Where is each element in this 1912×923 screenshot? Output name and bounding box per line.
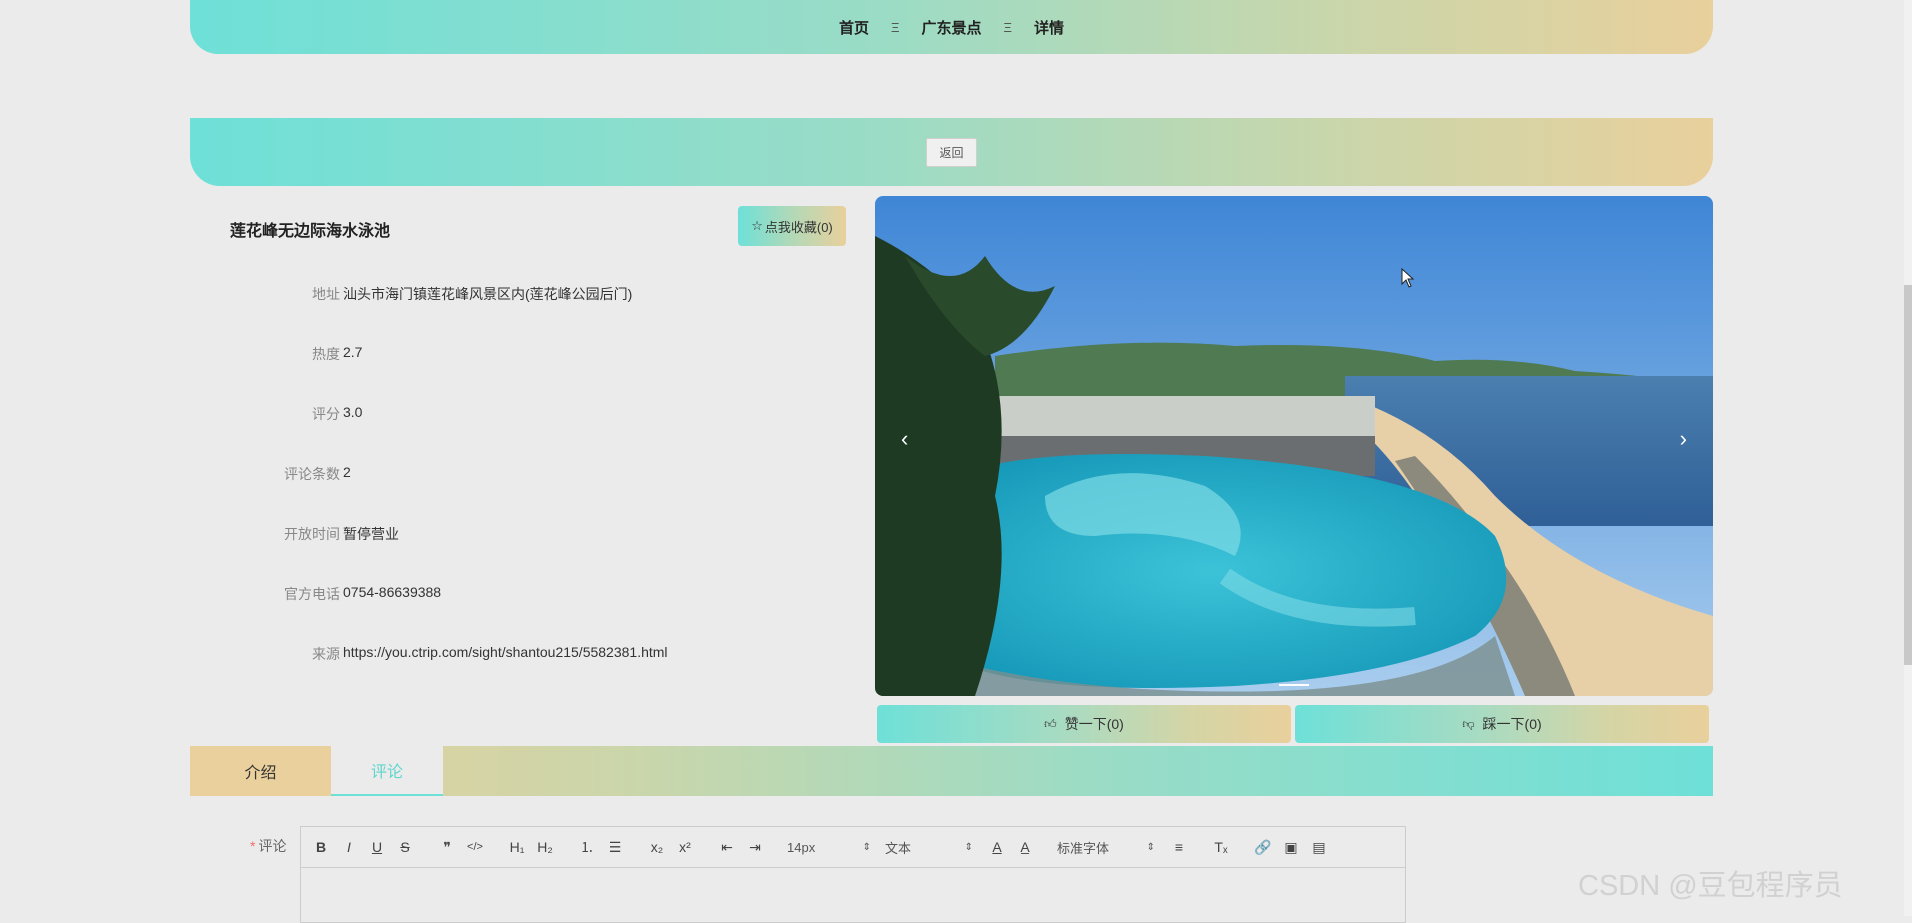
- info-value: 暂停营业: [343, 526, 399, 542]
- info-label: 开放时间: [284, 526, 340, 542]
- page-scrollbar[interactable]: [1904, 0, 1912, 916]
- code-icon[interactable]: </>: [465, 836, 485, 858]
- breadcrumb-separator-icon: Ξ: [891, 19, 900, 35]
- tab-comment[interactable]: 评论: [331, 746, 443, 796]
- breadcrumb-detail: 详情: [1033, 19, 1064, 37]
- breadcrumb-separator-icon: Ξ: [1003, 19, 1012, 35]
- header2-button[interactable]: H₂: [535, 836, 555, 858]
- editor-toolbar: B I U S ❞ </> H₁ H₂ ⒈ ☰ x₂ x² ⇤ ⇥ 14px ⇕ …: [301, 827, 1405, 868]
- carousel-prev-icon[interactable]: ‹: [901, 426, 908, 452]
- ordered-list-icon[interactable]: ⒈: [577, 836, 597, 858]
- font-family-value: 标准字体: [1057, 840, 1110, 856]
- underline-button[interactable]: U: [367, 836, 387, 858]
- info-row-opening-hours: 开放时间 暂停营业: [190, 524, 870, 544]
- star-icon: ☆: [751, 218, 763, 233]
- info-value: 3.0: [343, 404, 363, 420]
- info-value[interactable]: https://you.ctrip.com/sight/shantou215/5…: [343, 644, 668, 660]
- favorite-button-label: 点我收藏(0): [764, 219, 833, 235]
- breadcrumb-home[interactable]: 首页: [839, 17, 869, 38]
- rich-text-editor[interactable]: B I U S ❞ </> H₁ H₂ ⒈ ☰ x₂ x² ⇤ ⇥ 14px ⇕ …: [300, 826, 1406, 923]
- dislike-button[interactable]: 👎︎ 踩一下(0): [1295, 705, 1709, 743]
- bold-button[interactable]: B: [311, 836, 331, 858]
- watermark: CSDN @豆包程序员: [1578, 870, 1843, 902]
- comment-label-text: 评论: [258, 838, 287, 854]
- favorite-button[interactable]: ☆ 点我收藏(0): [738, 206, 846, 246]
- indent-icon[interactable]: ⇥: [745, 836, 765, 858]
- info-value: 0754-86639388: [343, 584, 442, 600]
- tab-bar: 介绍 评论: [190, 746, 1713, 796]
- page-title: 莲花峰无边际海水泳池: [230, 223, 391, 240]
- video-icon[interactable]: ▤: [1309, 836, 1329, 858]
- quote-icon[interactable]: ❞: [437, 836, 457, 858]
- image-carousel[interactable]: ‹ ›: [875, 196, 1713, 696]
- image-icon[interactable]: ▣: [1281, 836, 1301, 858]
- info-panel: 莲花峰无边际海水泳池 ☆ 点我收藏(0) 地址 汕头市海门镇莲花峰风景区内(莲花…: [190, 186, 870, 746]
- font-size-value: 14px: [787, 839, 816, 855]
- thumbs-up-icon: 👍︎: [1044, 716, 1057, 731]
- italic-button[interactable]: I: [339, 836, 359, 858]
- align-icon[interactable]: ≡: [1169, 836, 1189, 858]
- editor-content-area[interactable]: [301, 868, 1405, 922]
- like-button-label: 赞一下(0): [1064, 716, 1124, 732]
- required-mark: *: [250, 838, 256, 854]
- pool-photo: [875, 196, 1713, 696]
- header-select[interactable]: 文本 ⇕: [885, 836, 973, 858]
- info-row-popularity: 热度 2.7: [190, 344, 870, 364]
- select-caret-icon: ⇕: [1146, 841, 1155, 853]
- clear-format-icon[interactable]: Tₓ: [1211, 836, 1231, 858]
- info-row-phone: 官方电话 0754-86639388: [190, 584, 870, 604]
- info-row-address: 地址 汕头市海门镇莲花峰风景区内(莲花峰公园后门): [190, 284, 870, 304]
- info-label: 评分: [312, 406, 340, 422]
- background-color-icon[interactable]: A̲: [1015, 836, 1035, 858]
- dislike-button-label: 踩一下(0): [1482, 716, 1542, 732]
- info-row-comment-count: 评论条数 2: [190, 464, 870, 484]
- carousel-next-icon[interactable]: ›: [1680, 426, 1687, 452]
- select-caret-icon: ⇕: [964, 841, 973, 853]
- header-select-value: 文本: [885, 840, 912, 856]
- bullet-list-icon[interactable]: ☰: [605, 836, 625, 858]
- comment-field-label: * 评论: [250, 836, 286, 856]
- info-label: 热度: [312, 346, 340, 362]
- breadcrumb: 首页 Ξ 广东景点 Ξ 详情: [190, 0, 1713, 54]
- font-color-icon[interactable]: A: [987, 836, 1007, 858]
- header1-button[interactable]: H₁: [507, 836, 527, 858]
- info-label: 官方电话: [284, 586, 340, 602]
- thumbs-down-icon: 👎︎: [1462, 716, 1475, 731]
- back-bar: 返回: [190, 118, 1713, 186]
- scrollbar-thumb[interactable]: [1904, 285, 1912, 665]
- font-size-select[interactable]: 14px ⇕: [787, 836, 871, 858]
- info-value: 2.7: [343, 344, 363, 360]
- breadcrumb-guangdong-spots[interactable]: 广东景点: [921, 17, 981, 38]
- link-icon[interactable]: 🔗: [1253, 836, 1273, 858]
- info-label: 评论条数: [284, 466, 340, 482]
- info-row-rating: 评分 3.0: [190, 404, 870, 424]
- detail-section: 莲花峰无边际海水泳池 ☆ 点我收藏(0) 地址 汕头市海门镇莲花峰风景区内(莲花…: [190, 186, 1713, 746]
- carousel-indicator[interactable]: [1279, 684, 1309, 686]
- font-family-select[interactable]: 标准字体 ⇕: [1057, 836, 1155, 858]
- info-value: 2: [343, 464, 351, 480]
- back-button[interactable]: 返回: [926, 137, 977, 167]
- like-button[interactable]: 👍︎ 赞一下(0): [877, 705, 1291, 743]
- mouse-cursor-icon: [1401, 268, 1415, 288]
- outdent-icon[interactable]: ⇤: [717, 836, 737, 858]
- tab-intro[interactable]: 介绍: [190, 746, 331, 796]
- info-label: 来源: [312, 646, 340, 662]
- subscript-button[interactable]: x₂: [647, 836, 667, 858]
- info-value: 汕头市海门镇莲花峰风景区内(莲花峰公园后门): [343, 286, 633, 302]
- superscript-button[interactable]: x²: [675, 836, 695, 858]
- info-label: 地址: [312, 286, 340, 302]
- info-row-source: 来源 https://you.ctrip.com/sight/shantou21…: [190, 644, 870, 664]
- strike-button[interactable]: S: [395, 836, 415, 858]
- select-caret-icon: ⇕: [862, 841, 871, 853]
